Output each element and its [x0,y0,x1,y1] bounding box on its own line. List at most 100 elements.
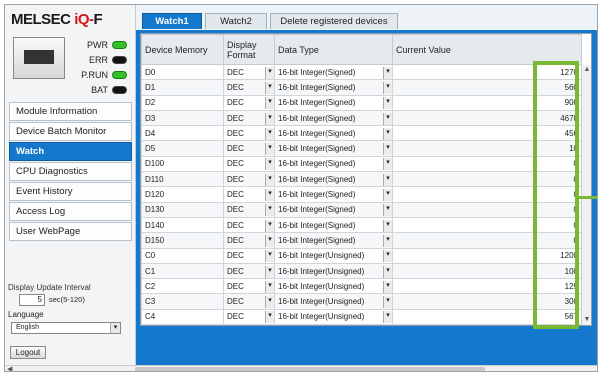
format-select[interactable]: DEC ▾ [223,293,275,310]
device-cell: C2 [141,278,224,295]
table-row: D100 DEC ▾ 16-bit Integer(Signed) ▾ 0 [141,155,582,173]
type-select[interactable]: 16-bit Integer(Unsigned) ▾ [274,247,393,264]
tab-watch2[interactable]: Watch2 [205,13,267,29]
type-select[interactable]: 16-bit Integer(Unsigned) ▾ [274,262,393,280]
current-value-cell: 1270 [392,63,582,81]
nav-watch[interactable]: Watch [9,142,132,161]
format-select[interactable]: DEC ▾ [223,308,275,325]
format-value: DEC [227,113,244,123]
type-value: 16-bit Integer(Signed) [278,113,356,123]
tab-bar: Watch1 Watch2 Delete registered devices [136,5,597,30]
format-value: DEC [227,205,244,215]
format-select[interactable]: DEC ▾ [223,186,275,203]
type-select[interactable]: 16-bit Integer(Signed) ▾ [274,94,393,111]
chevron-down-icon: ▾ [265,280,274,293]
format-select[interactable]: DEC ▾ [223,232,275,249]
type-select[interactable]: 16-bit Integer(Unsigned) ▾ [274,278,393,295]
header-current-value: Current Value [392,34,582,65]
scroll-left-icon[interactable]: ◀ [7,365,12,371]
device-cell: D110 [141,171,224,188]
table-row: C1 DEC ▾ 16-bit Integer(Unsigned) ▾ 100 [141,262,582,280]
format-select[interactable]: DEC ▾ [223,125,275,142]
type-select[interactable]: 16-bit Integer(Signed) ▾ [274,125,393,142]
scroll-up-icon[interactable]: ▲ [582,65,591,75]
type-select[interactable]: 16-bit Integer(Signed) ▾ [274,232,393,249]
format-select[interactable]: DEC ▾ [223,109,275,127]
type-select[interactable]: 16-bit Integer(Signed) ▾ [274,186,393,203]
type-select[interactable]: 16-bit Integer(Signed) ▾ [274,63,393,81]
type-select[interactable]: 16-bit Integer(Signed) ▾ [274,216,393,234]
type-value: 16-bit Integer(Unsigned) [278,297,365,307]
language-select[interactable]: English ▾ [11,322,121,334]
nav-cpu-diagnostics[interactable]: CPU Diagnostics [9,162,132,181]
brand-logo: MELSEC iQ-F [11,11,103,28]
type-select[interactable]: 16-bit Integer(Unsigned) ▾ [274,293,393,310]
led-pwr-icon [112,41,127,49]
format-select[interactable]: DEC ▾ [223,216,275,234]
current-value-cell: 300 [392,293,582,310]
current-value-cell: 456 [392,125,582,142]
nav-event-history[interactable]: Event History [9,182,132,201]
format-select[interactable]: DEC ▾ [223,262,275,280]
device-cell: D3 [141,109,224,127]
format-select[interactable]: DEC ▾ [223,94,275,111]
format-value: DEC [227,281,244,291]
watch-table: Device Memory Display Format Data Type C… [141,34,582,325]
nav-module-information[interactable]: Module Information [9,102,132,121]
chevron-down-icon: ▾ [265,204,274,217]
device-cell: D0 [141,63,224,81]
device-cell: D100 [141,155,224,173]
table-header-row: Device Memory Display Format Data Type C… [141,34,582,65]
table-row: D5 DEC ▾ 16-bit Integer(Signed) ▾ 10 [141,140,582,157]
current-value-cell: 567 [392,308,582,325]
type-select[interactable]: 16-bit Integer(Unsigned) ▾ [274,308,393,325]
table-row: D140 DEC ▾ 16-bit Integer(Signed) ▾ 0 [141,216,582,234]
chevron-down-icon: ▾ [383,296,392,309]
format-value: DEC [227,82,244,92]
scroll-thumb[interactable] [135,367,485,371]
format-select[interactable]: DEC ▾ [223,278,275,295]
current-value-cell: 0 [392,155,582,173]
horizontal-scrollbar[interactable]: ◀ [5,365,597,371]
type-select[interactable]: 16-bit Integer(Signed) ▾ [274,171,393,188]
nav-access-log[interactable]: Access Log [9,202,132,221]
chevron-down-icon: ▾ [383,265,392,278]
type-value: 16-bit Integer(Signed) [278,82,356,92]
update-interval-input[interactable]: 5 [19,294,45,306]
device-cell: C3 [141,293,224,310]
language-label: Language [8,310,44,319]
scroll-down-icon[interactable]: ▼ [582,315,591,325]
nav-user-webpage[interactable]: User WebPage [9,222,132,241]
table-row: D120 DEC ▾ 16-bit Integer(Signed) ▾ 0 [141,186,582,203]
type-select[interactable]: 16-bit Integer(Signed) ▾ [274,79,393,96]
chevron-down-icon: ▾ [383,127,392,140]
current-value-cell: 10 [392,140,582,157]
current-value-cell: 0 [392,171,582,188]
type-select[interactable]: 16-bit Integer(Signed) ▾ [274,155,393,173]
type-select[interactable]: 16-bit Integer(Signed) ▾ [274,201,393,218]
type-value: 16-bit Integer(Signed) [278,98,356,108]
format-select[interactable]: DEC ▾ [223,79,275,96]
logout-button[interactable]: Logout [10,346,46,359]
device-cell: D140 [141,216,224,234]
format-select[interactable]: DEC ▾ [223,171,275,188]
nav-device-batch-monitor[interactable]: Device Batch Monitor [9,122,132,141]
format-select[interactable]: DEC ▾ [223,63,275,81]
current-value-cell: 4678 [392,109,582,127]
chevron-down-icon: ▾ [265,219,274,232]
format-select[interactable]: DEC ▾ [223,201,275,218]
device-cell: D150 [141,232,224,249]
format-select[interactable]: DEC ▾ [223,155,275,173]
type-value: 16-bit Integer(Signed) [278,174,356,184]
watch-table-container: Device Memory Display Format Data Type C… [140,33,592,326]
device-cell: D130 [141,201,224,218]
tab-delete-registered-devices[interactable]: Delete registered devices [270,13,398,29]
format-select[interactable]: DEC ▾ [223,247,275,264]
tab-watch1[interactable]: Watch1 [142,13,202,29]
type-select[interactable]: 16-bit Integer(Signed) ▾ [274,109,393,127]
format-select[interactable]: DEC ▾ [223,140,275,157]
type-select[interactable]: 16-bit Integer(Signed) ▾ [274,140,393,157]
format-value: DEC [227,144,244,154]
vertical-scrollbar[interactable]: ▲ ▼ [581,65,591,325]
plc-module-image [13,37,65,79]
